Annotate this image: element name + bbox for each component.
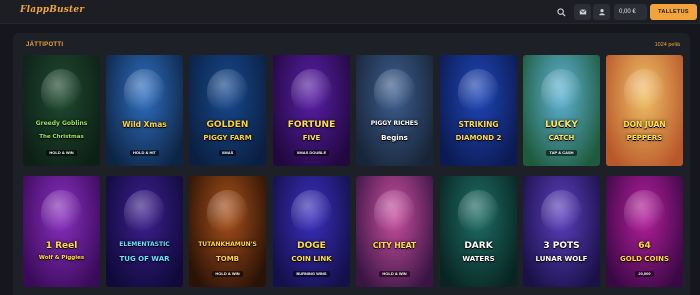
game-character-art xyxy=(124,190,165,234)
game-tile[interactable]: LUCKY CATCH TAP & CASH xyxy=(523,55,600,166)
game-tile[interactable]: 1 Reel Wolf & Piggies xyxy=(23,176,100,287)
game-badge: HOLD & WIN xyxy=(212,271,243,277)
game-tile[interactable]: DARK WATERS xyxy=(440,176,517,287)
game-title: ELEMENTASTIC xyxy=(119,241,170,248)
game-tile[interactable]: 64 GOLD COINS 20,000 xyxy=(606,176,683,287)
game-artwork xyxy=(106,176,183,287)
game-tile[interactable]: 3 POTS LUNAR WOLF xyxy=(523,176,600,287)
game-artwork xyxy=(440,55,517,166)
game-title: 1 Reel xyxy=(45,241,78,251)
game-character-art xyxy=(624,69,665,113)
game-character-art xyxy=(541,190,582,234)
game-title: GOLDEN xyxy=(206,120,249,130)
search-icon xyxy=(556,7,566,17)
game-title: CITY HEAT xyxy=(372,241,417,250)
game-title: TUTANKHAMUN'S xyxy=(198,241,257,248)
game-title: DOGE xyxy=(297,241,326,251)
top-bar: FlappBuster 0,00 € TALLETUS xyxy=(0,0,700,24)
game-character-art xyxy=(124,69,165,113)
game-character-art xyxy=(207,69,248,113)
game-artwork xyxy=(440,176,517,287)
game-title: LUCKY xyxy=(545,120,578,130)
section-game-count[interactable]: 1024 peliä xyxy=(655,42,680,48)
game-subtitle: CATCH xyxy=(548,134,575,142)
game-subtitle: WATERS xyxy=(462,255,495,263)
game-title: 3 POTS xyxy=(543,241,580,251)
user-icon xyxy=(598,9,605,16)
game-title: Wild Xmas xyxy=(122,120,167,129)
game-tile[interactable]: DOGE COIN LINK BURNING WINS xyxy=(273,176,350,287)
game-character-art xyxy=(41,69,82,113)
game-tile[interactable]: STRIKING DIAMOND 2 xyxy=(440,55,517,166)
game-subtitle: GOLD COINS xyxy=(620,255,669,263)
game-tile[interactable]: DON JUAN PEPPERS xyxy=(606,55,683,166)
game-character-art xyxy=(207,190,248,234)
deposit-button[interactable]: TALLETUS xyxy=(650,4,697,20)
game-tile[interactable]: GOLDEN PIGGY FARM XMAS xyxy=(189,55,266,166)
game-artwork xyxy=(356,55,433,166)
game-tile[interactable]: CITY HEAT HOLD & WIN xyxy=(356,176,433,287)
profile-button[interactable] xyxy=(593,4,610,20)
game-badge: HOLD & WIN xyxy=(379,271,410,277)
game-tile[interactable]: TUTANKHAMUN'S TOMB HOLD & WIN xyxy=(189,176,266,287)
game-subtitle: COIN LINK xyxy=(291,255,332,263)
game-tile[interactable]: PIGGY RICHES Begins xyxy=(356,55,433,166)
game-subtitle: DIAMOND 2 xyxy=(455,134,502,142)
game-character-art xyxy=(624,190,665,234)
mail-icon xyxy=(579,9,586,15)
game-character-art xyxy=(458,69,499,113)
game-tile[interactable]: FORTUNE FIVE XMAS DOUBLE xyxy=(273,55,350,166)
game-character-art xyxy=(374,69,415,113)
game-tile[interactable]: Wild Xmas HOLD & HIT xyxy=(106,55,183,166)
game-title: PIGGY RICHES xyxy=(370,120,419,127)
site-logo[interactable]: FlappBuster xyxy=(20,5,84,15)
game-character-art xyxy=(41,190,82,234)
game-subtitle: PEPPERS xyxy=(626,134,663,142)
game-title: FORTUNE xyxy=(287,120,336,130)
game-tile[interactable]: ELEMENTASTIC TUG OF WAR xyxy=(106,176,183,287)
game-badge: HOLD & WIN xyxy=(46,150,77,156)
game-character-art xyxy=(291,69,332,113)
game-badge: XMAS DOUBLE xyxy=(293,150,330,156)
game-character-art xyxy=(291,190,332,234)
jackpot-section: JÄTTIPOTTI 1024 peliä Greedy Goblins The … xyxy=(13,33,690,295)
game-artwork xyxy=(606,55,683,166)
game-badge: 20,000 xyxy=(635,271,654,277)
game-subtitle: PIGGY FARM xyxy=(203,134,252,142)
game-subtitle: Wolf & Piggies xyxy=(38,255,85,261)
section-title: JÄTTIPOTTI xyxy=(26,42,64,48)
game-subtitle: TUG OF WAR xyxy=(119,255,170,263)
game-badge: BURNING WINS xyxy=(293,271,330,277)
game-badge: HOLD & HIT xyxy=(130,150,159,156)
game-title: 64 xyxy=(638,241,651,251)
game-character-art xyxy=(458,190,499,234)
game-badge: XMAS xyxy=(218,150,237,156)
game-title: DARK xyxy=(464,241,493,251)
game-artwork xyxy=(23,176,100,287)
game-subtitle: LUNAR WOLF xyxy=(535,255,588,263)
game-subtitle: The Christmas xyxy=(39,134,84,140)
game-subtitle: FIVE xyxy=(302,134,321,142)
game-artwork xyxy=(523,176,600,287)
game-title: STRIKING xyxy=(458,120,499,129)
game-title: DON JUAN xyxy=(623,120,666,129)
game-title: Greedy Goblins xyxy=(35,120,88,127)
game-badge: TAP & CASH xyxy=(546,150,577,156)
game-tile[interactable]: Greedy Goblins The Christmas HOLD & WIN xyxy=(23,55,100,166)
game-character-art xyxy=(541,69,582,113)
game-subtitle: TOMB xyxy=(215,255,240,263)
game-character-art xyxy=(374,190,415,234)
game-subtitle: Begins xyxy=(381,134,408,142)
search-button[interactable] xyxy=(554,5,568,19)
balance-display[interactable]: 0,00 € xyxy=(614,4,647,20)
messages-button[interactable] xyxy=(574,4,591,20)
